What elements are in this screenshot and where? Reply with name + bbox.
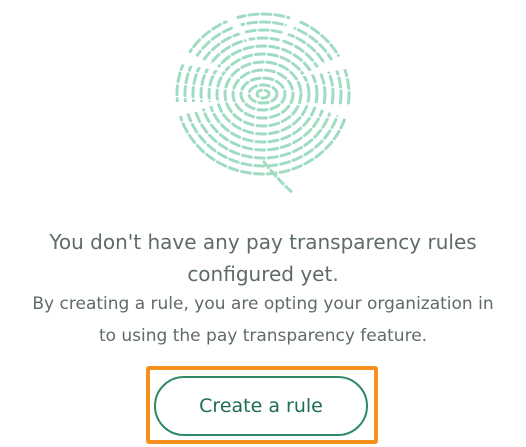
empty-state-headline-line1: You don't have any pay transparency rule… — [49, 230, 477, 254]
empty-state-description-line2: to using the pay transparency feature. — [98, 326, 428, 346]
empty-state-description-line1: By creating a rule, you are opting your … — [32, 294, 494, 314]
create-rule-button[interactable]: Create a rule — [154, 376, 368, 436]
leaf-fingerprint-icon — [168, 2, 358, 197]
empty-state-headline-line2: configured yet. — [187, 262, 339, 286]
